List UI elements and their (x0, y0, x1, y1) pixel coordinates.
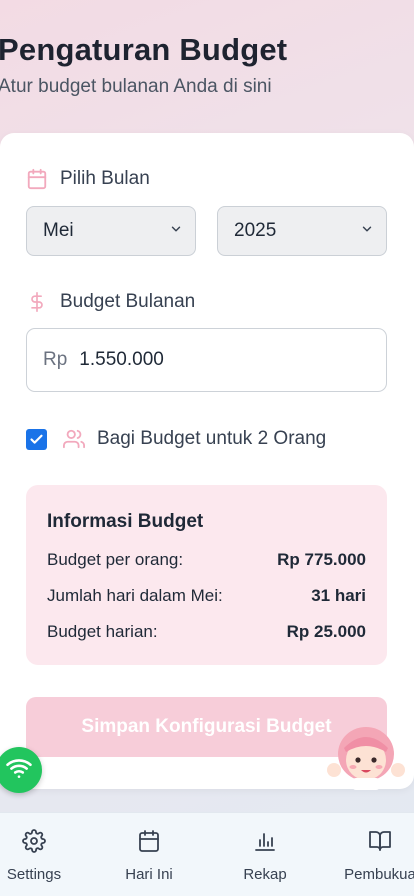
nav-item-rekap[interactable]: Rekap (220, 829, 310, 883)
nav-label: Settings (6, 866, 62, 883)
split-checkbox[interactable] (26, 428, 47, 450)
book-icon (367, 829, 393, 858)
budget-amount-value: 1.550.000 (79, 349, 164, 370)
gear-icon (22, 829, 46, 858)
info-row: Budget per orang: Rp 775.000 (47, 550, 366, 570)
wifi-icon (6, 755, 32, 786)
month-select[interactable]: Mei (26, 206, 196, 256)
calendar-icon (26, 168, 48, 190)
info-row: Budget harian: Rp 25.000 (47, 622, 366, 642)
nav-label: Hari Ini (125, 866, 173, 883)
year-select[interactable]: 2025 (217, 206, 387, 256)
info-row-label: Budget per orang: (47, 550, 184, 569)
nav-item-settings[interactable]: Settings (0, 829, 79, 883)
info-title: Informasi Budget (47, 511, 204, 532)
page-title: Pengaturan Budget (0, 32, 288, 67)
info-row-value: Rp 775.000 (277, 550, 366, 569)
mascot-character (326, 718, 406, 790)
split-row: Bagi Budget untuk 2 Orang (26, 428, 326, 450)
month-select-value: Mei (43, 220, 74, 241)
dollar-icon (26, 290, 48, 314)
users-icon (63, 428, 85, 450)
nav-label: Pembukua (344, 866, 414, 883)
info-row-value: 31 hari (311, 586, 366, 605)
chevron-down-icon (169, 220, 183, 242)
budget-label-row: Budget Bulanan (26, 290, 195, 314)
calendar-icon (137, 829, 161, 858)
bottom-nav: Settings Hari Ini Rekap Pembukua (0, 812, 414, 896)
year-select-value: 2025 (234, 220, 277, 241)
split-label: Bagi Budget untuk 2 Orang (97, 428, 327, 449)
page-subtitle: Atur budget bulanan Anda di sini (0, 76, 272, 97)
budget-amount-input[interactable]: Rp 1.550.000 (26, 328, 387, 392)
budget-label: Budget Bulanan (60, 291, 196, 312)
page-header: Pengaturan Budget Atur budget bulanan An… (0, 30, 414, 130)
chevron-down-icon (360, 220, 374, 242)
month-label: Pilih Bulan (60, 168, 150, 189)
nav-item-pembukuan[interactable]: Pembukua (335, 829, 414, 883)
info-row: Jumlah hari dalam Mei: 31 hari (47, 586, 366, 606)
nav-label: Rekap (243, 866, 287, 883)
nav-item-hari-ini[interactable]: Hari Ini (104, 829, 194, 883)
info-row-value: Rp 25.000 (286, 622, 366, 641)
month-label-row: Pilih Bulan (26, 168, 150, 190)
currency-prefix: Rp (43, 349, 68, 370)
budget-settings-card: Pilih Bulan Mei 2025 Budget Bulanan Rp 1… (0, 133, 414, 789)
bar-chart-icon (253, 829, 277, 858)
info-row-label: Budget harian: (47, 622, 158, 641)
info-row-label: Jumlah hari dalam Mei: (47, 586, 223, 605)
budget-info-panel: Informasi Budget Budget per orang: Rp 77… (26, 485, 387, 665)
